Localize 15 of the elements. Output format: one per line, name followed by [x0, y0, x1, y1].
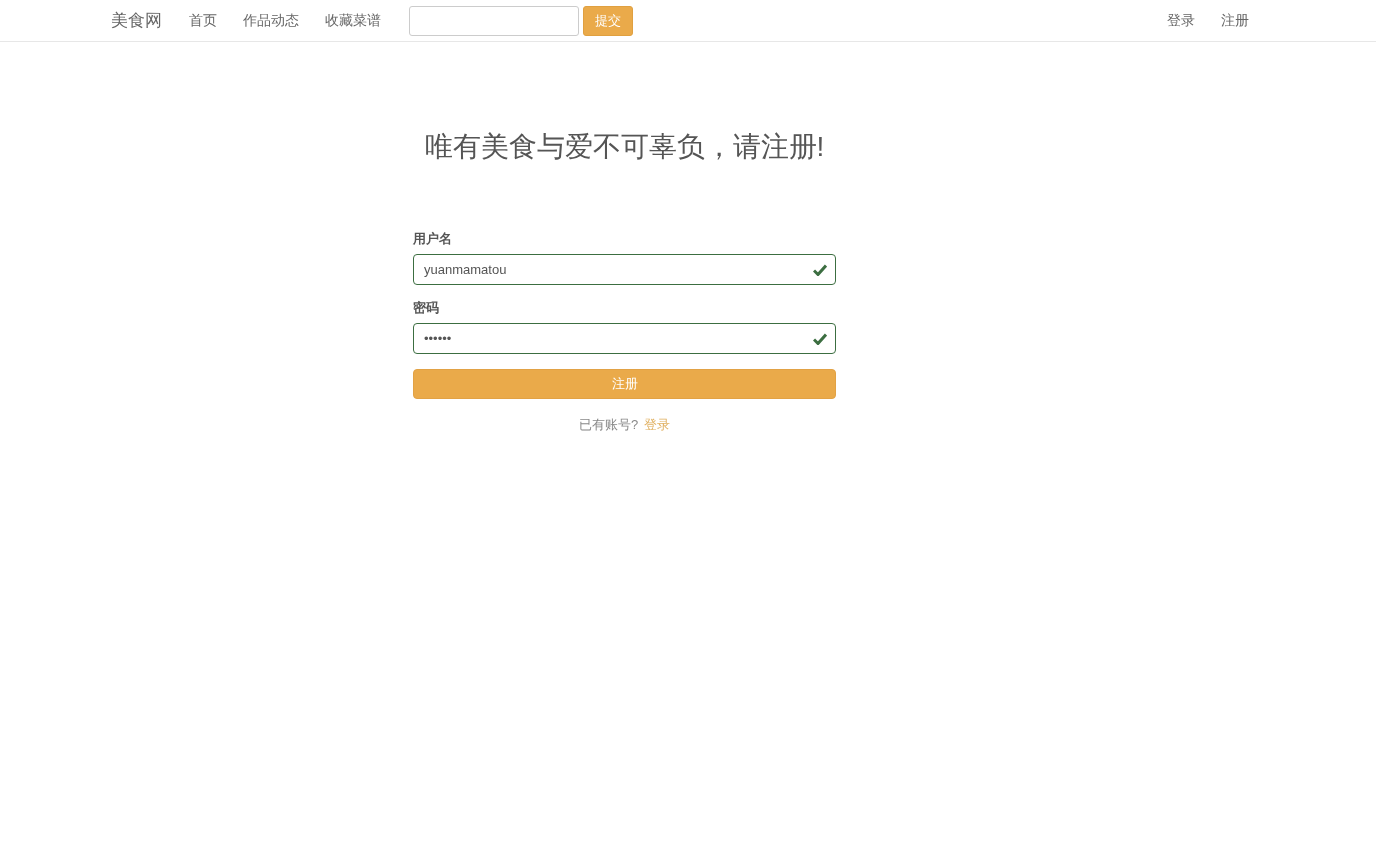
field-label: 密码 [413, 299, 440, 317]
brand-link[interactable]: 美食网 [111, 9, 162, 32]
check-icon [813, 263, 827, 276]
account-prompt: 已有账号? [578, 417, 639, 432]
nav-link[interactable]: 注册 [1221, 11, 1249, 30]
input-field[interactable]: yuanmamatou [413, 254, 836, 285]
nav-link[interactable]: 登录 [1167, 11, 1195, 30]
input-field[interactable]: •••••• [413, 323, 836, 354]
nav-link[interactable]: 作品动态 [243, 11, 299, 30]
page-heading: 唯有美食与爱不可辜负，请注册! [423, 130, 826, 164]
field-label: 用户名 [413, 230, 453, 248]
nav-link[interactable]: 收藏菜谱 [325, 11, 381, 30]
search-field[interactable] [409, 5, 579, 36]
nav-link[interactable]: 首页 [189, 11, 217, 30]
check-icon [813, 332, 827, 345]
